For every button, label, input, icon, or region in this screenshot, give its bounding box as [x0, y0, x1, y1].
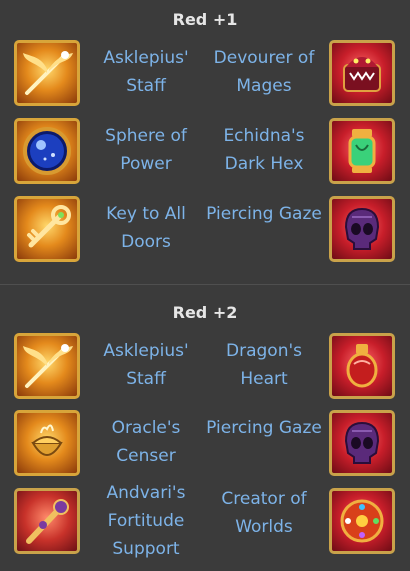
artifact-row: Asklepius' Staff Devourer of Mages — [0, 40, 410, 110]
artifact-name-right: Echidna's Dark Hex — [223, 126, 305, 174]
section-title: Red +1 — [172, 10, 238, 29]
winged-staff-icon — [14, 40, 80, 106]
mage-mimic-icon — [329, 40, 395, 106]
artifact-name-left: Sphere of Power — [105, 126, 187, 174]
purple-skull-icon — [329, 410, 395, 476]
artifact-name-right: Creator of Worlds — [221, 489, 307, 537]
artifact-row: Sphere of Power Echidna's Dark Hex — [0, 118, 410, 188]
artifact-row: Key to All Doors Piercing Gaze — [0, 196, 410, 266]
artifact-name-left: Oracle's Censer — [111, 418, 181, 466]
section-red-plus-1: Red +1 Asklepius' Staff Devourer of Mage… — [0, 0, 410, 284]
artifact-row: Andvari's Fortitude Support Creator of W… — [0, 483, 410, 559]
section-title: Red +2 — [172, 303, 238, 322]
gem-orb-icon — [329, 488, 395, 554]
golden-key-icon — [14, 196, 80, 262]
artifact-name-left: Asklepius' Staff — [103, 48, 189, 96]
blue-sphere-icon — [14, 118, 80, 184]
artifact-name-right: Piercing Gaze — [206, 204, 322, 224]
artifact-name-right: Devourer of Mages — [213, 48, 315, 96]
artifact-name-right: Dragon's Heart — [226, 341, 302, 389]
artifact-name-left: Asklepius' Staff — [103, 341, 189, 389]
artifact-name-right: Piercing Gaze — [206, 418, 322, 438]
ornate-scepter-icon — [14, 488, 80, 554]
purple-skull-icon — [329, 196, 395, 262]
artifact-row: Oracle's Censer Piercing Gaze — [0, 410, 410, 480]
section-red-plus-2: Red +2 Asklepius' Staff Dragon's Heart O… — [0, 284, 410, 571]
censer-icon — [14, 410, 80, 476]
winged-staff-icon — [14, 333, 80, 399]
artifact-name-left: Key to All Doors — [106, 204, 186, 252]
artifact-name-left: Andvari's Fortitude Support — [106, 483, 186, 559]
potion-vial-icon — [329, 118, 395, 184]
dragon-heart-icon — [329, 333, 395, 399]
artifact-row: Asklepius' Staff Dragon's Heart — [0, 333, 410, 403]
